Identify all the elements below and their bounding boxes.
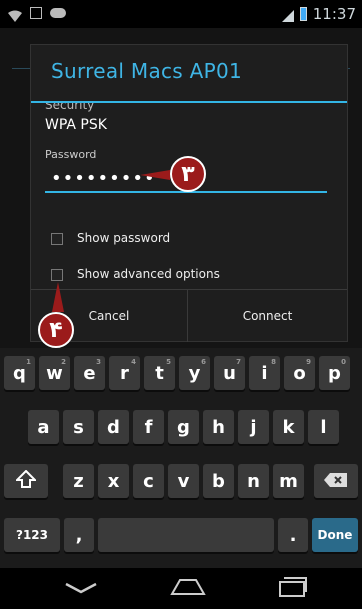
key-l[interactable]: l xyxy=(308,410,339,444)
key-y[interactable]: y6 xyxy=(179,356,210,390)
show-advanced-checkbox[interactable] xyxy=(51,269,63,281)
shift-key[interactable] xyxy=(4,464,48,498)
symbols-key[interactable]: ?123 xyxy=(4,518,60,552)
key-x[interactable]: x xyxy=(98,464,129,498)
backspace-icon xyxy=(324,471,348,492)
callout-3-pointer xyxy=(140,170,170,180)
show-advanced-label: Show advanced options xyxy=(77,267,220,281)
done-key[interactable]: Done xyxy=(312,518,358,552)
key-c[interactable]: c xyxy=(133,464,164,498)
key-h[interactable]: h xyxy=(203,410,234,444)
key-t[interactable]: t5 xyxy=(144,356,175,390)
callout-3: ۳ xyxy=(170,156,206,192)
key-u[interactable]: u7 xyxy=(214,356,245,390)
key-z[interactable]: z xyxy=(63,464,94,498)
dialog-title: Surreal Macs AP01 xyxy=(51,59,243,83)
key-v[interactable]: v xyxy=(168,464,199,498)
security-value: WPA PSK xyxy=(45,117,107,133)
key-s[interactable]: s xyxy=(63,410,94,444)
clock: 11:37 xyxy=(312,5,356,23)
show-password-label: Show password xyxy=(77,231,171,245)
comma-key[interactable]: , xyxy=(64,518,94,552)
recent-apps-icon[interactable] xyxy=(278,576,308,602)
signal-icon xyxy=(281,8,294,22)
show-password-option[interactable]: Show password xyxy=(51,231,170,245)
key-q[interactable]: q1 xyxy=(4,356,35,390)
back-icon[interactable] xyxy=(64,580,98,600)
home-icon[interactable] xyxy=(168,576,208,600)
space-key[interactable] xyxy=(98,518,274,552)
key-o[interactable]: o9 xyxy=(284,356,315,390)
callout-4-pointer xyxy=(52,282,64,312)
key-m[interactable]: m xyxy=(273,464,304,498)
key-r[interactable]: r4 xyxy=(109,356,140,390)
sim-card-icon xyxy=(30,7,42,19)
key-n[interactable]: n xyxy=(238,464,269,498)
key-k[interactable]: k xyxy=(273,410,304,444)
connect-button[interactable]: Connect xyxy=(188,290,347,342)
key-i[interactable]: i8 xyxy=(249,356,280,390)
battery-icon xyxy=(299,7,307,21)
status-bar: 11:37 xyxy=(0,0,362,28)
show-password-checkbox[interactable] xyxy=(51,233,63,245)
key-w[interactable]: w2 xyxy=(39,356,70,390)
cloud-icon xyxy=(50,8,66,18)
password-label: Password xyxy=(45,148,97,161)
navigation-bar xyxy=(0,568,362,609)
show-advanced-option[interactable]: Show advanced options xyxy=(51,267,220,281)
dialog-button-bar: Cancel Connect xyxy=(31,289,347,342)
key-p[interactable]: p0 xyxy=(319,356,350,390)
callout-4: ۴ xyxy=(38,312,74,348)
shift-icon xyxy=(14,469,38,493)
key-j[interactable]: j xyxy=(238,410,269,444)
wifi-icon xyxy=(8,7,22,22)
key-a[interactable]: a xyxy=(28,410,59,444)
key-f[interactable]: f xyxy=(133,410,164,444)
key-d[interactable]: d xyxy=(98,410,129,444)
backspace-key[interactable] xyxy=(314,464,358,498)
period-key[interactable]: . xyxy=(278,518,308,552)
key-g[interactable]: g xyxy=(168,410,199,444)
key-b[interactable]: b xyxy=(203,464,234,498)
key-e[interactable]: e3 xyxy=(74,356,105,390)
security-label: Security xyxy=(45,103,95,112)
wifi-connect-dialog: Surreal Macs AP01 Security WPA PSK Passw… xyxy=(30,44,348,342)
soft-keyboard: q1 w2 e3 r4 t5 y6 u7 i8 o9 p0 a s d f g … xyxy=(0,348,362,568)
